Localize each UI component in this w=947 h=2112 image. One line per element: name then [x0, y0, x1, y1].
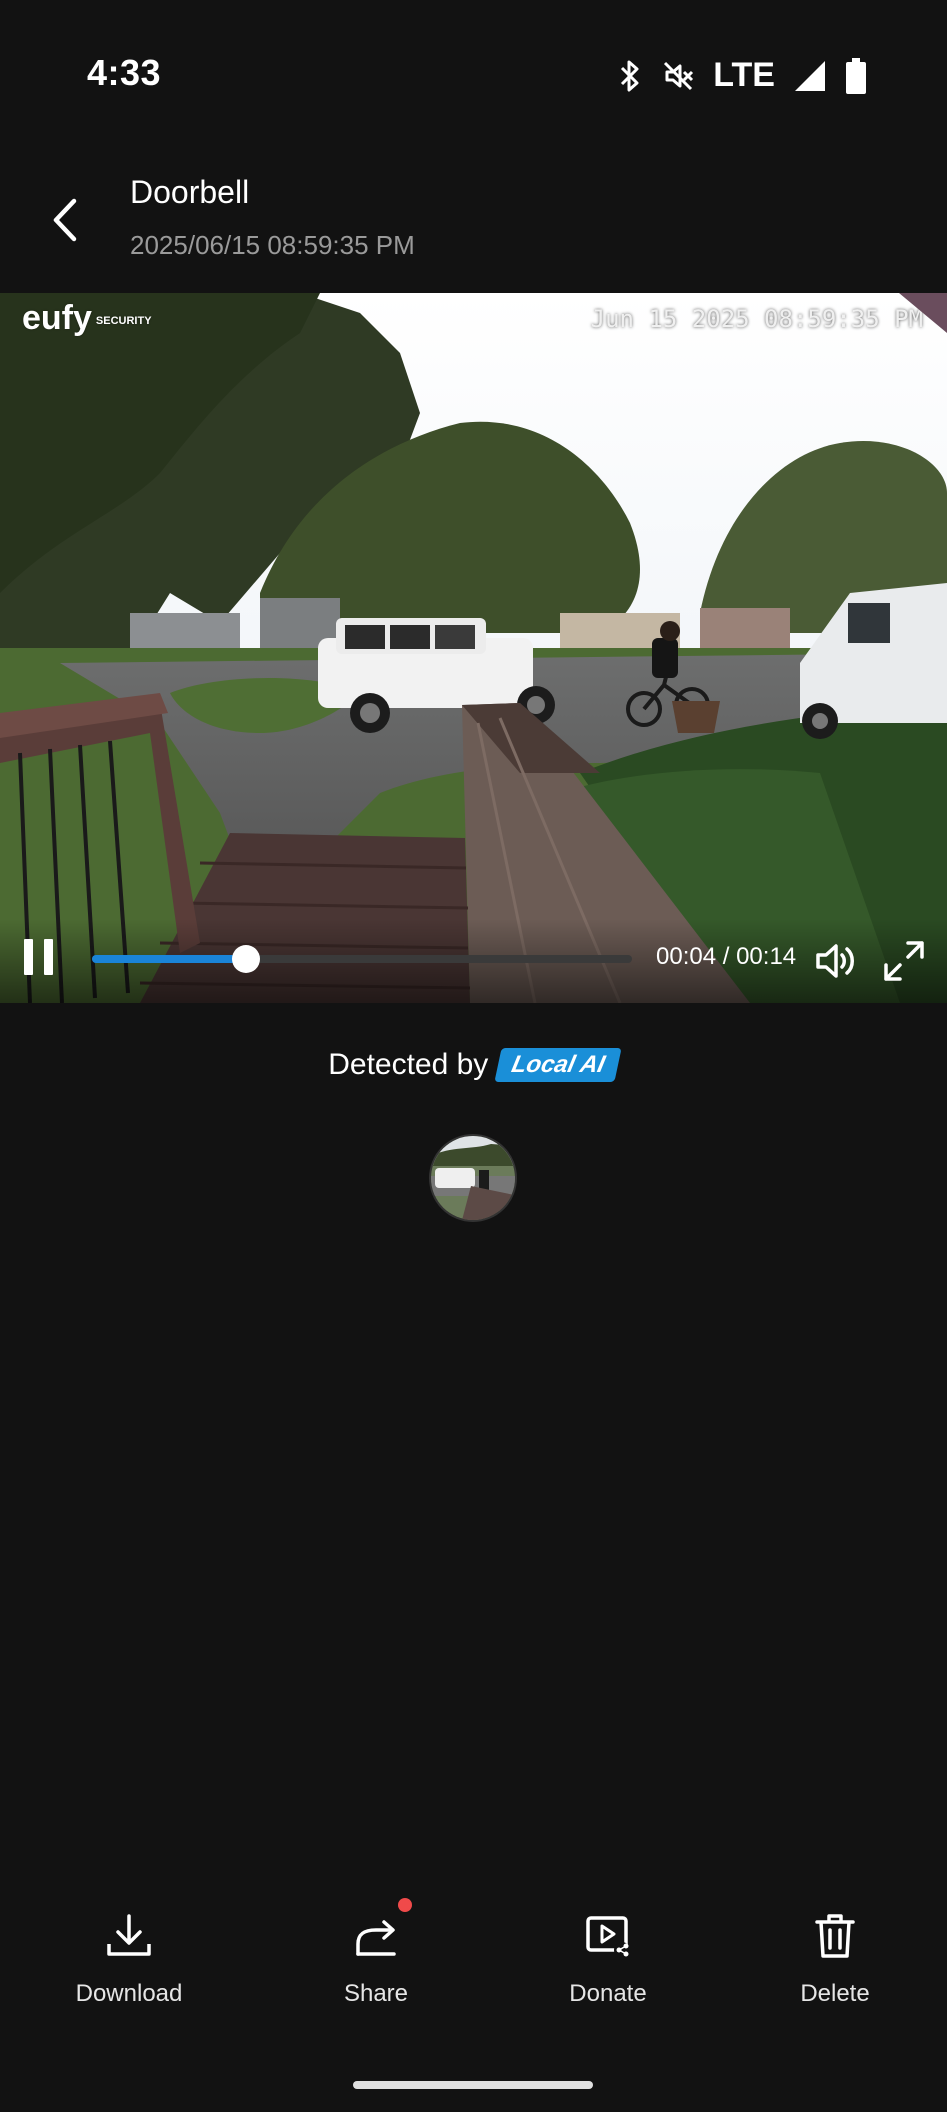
delete-button[interactable]: Delete [755, 1910, 915, 2008]
fullscreen-icon [884, 941, 924, 981]
local-ai-badge: Local AI [494, 1048, 623, 1082]
download-button[interactable]: Download [49, 1910, 209, 2008]
mute-icon [664, 61, 694, 90]
page-title: Doorbell [130, 174, 250, 210]
event-header: Doorbell 2025/06/15 08:59:35 PM [0, 160, 947, 280]
time-current: 00:04 [656, 943, 717, 970]
watermark-brand: eufy [22, 299, 92, 337]
playback-time: 00:04 / 00:14 [656, 943, 796, 971]
donate-button[interactable]: Donate [528, 1910, 688, 2008]
delete-label: Delete [800, 1980, 870, 2007]
corner-marker [899, 293, 947, 333]
status-icons: LTE [617, 56, 867, 95]
volume-icon [816, 944, 854, 978]
seek-bar-fill [92, 955, 247, 963]
video-osd-timestamp: Jun 15 2025 08:59:35 PM [590, 305, 923, 333]
detected-by-label: Detected by [328, 1048, 489, 1081]
battery-icon [846, 57, 866, 94]
bluetooth-icon [621, 60, 639, 91]
watermark-sub: SECURITY [95, 315, 152, 327]
brand-watermark: eufy SECURITY [22, 299, 152, 338]
donate-label: Donate [569, 1980, 647, 2007]
back-button[interactable] [40, 190, 90, 250]
share-icon [356, 1920, 396, 1956]
time-separator: / [716, 943, 737, 970]
network-type: LTE [713, 56, 775, 94]
pause-icon [24, 939, 33, 975]
seek-bar[interactable] [92, 945, 632, 973]
video-frame [0, 293, 947, 1003]
download-icon [107, 1914, 151, 1956]
action-bar: Download Share Donate Delete [0, 1898, 947, 2040]
share-label: Share [343, 1980, 409, 2007]
notification-dot [398, 1898, 412, 1912]
trash-icon [815, 1914, 855, 1958]
player-controls: 00:04 / 00:14 [0, 919, 947, 1003]
video-player[interactable]: eufy SECURITY Jun 15 2025 08:59:35 PM 00:… [0, 293, 947, 1003]
volume-button[interactable] [812, 937, 860, 985]
seek-handle[interactable] [232, 945, 261, 973]
download-label: Download [75, 1980, 183, 2007]
pause-button[interactable] [20, 935, 60, 981]
status-time: 4:33 [87, 52, 162, 93]
home-indicator[interactable] [353, 2081, 593, 2089]
share-button[interactable]: Share [296, 1898, 456, 2008]
time-total: 00:14 [736, 943, 797, 970]
fullscreen-button[interactable] [880, 937, 928, 985]
thumbnail-image [431, 1136, 515, 1220]
chevron-left-icon [53, 198, 77, 242]
detection-info: Detected by Local AI [0, 1048, 947, 1082]
signal-icon [795, 60, 825, 91]
status-bar: 4:33 LTE [0, 0, 947, 150]
event-timestamp: 2025/06/15 08:59:35 PM [130, 230, 415, 260]
donate-video-icon [586, 1916, 630, 1958]
detection-thumbnail[interactable] [429, 1134, 517, 1222]
